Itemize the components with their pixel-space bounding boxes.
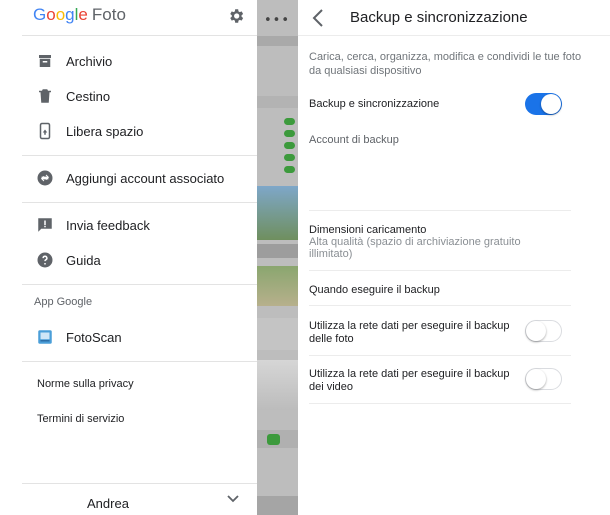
backdrop-bar <box>257 318 298 350</box>
divider <box>298 35 610 36</box>
dimmed-backdrop[interactable] <box>257 0 298 515</box>
logo-app-name: Foto <box>91 5 126 24</box>
drawer-item-archive[interactable]: Archivio <box>22 44 257 78</box>
settings-screen: Backup e sincronizzazione Carica, cerca,… <box>298 0 610 515</box>
terms-of-service-link[interactable]: Termini di servizio <box>37 413 124 425</box>
gear-icon[interactable] <box>227 7 245 25</box>
divider <box>309 305 571 306</box>
drawer-item-help[interactable]: Guida <box>22 243 257 277</box>
backup-sync-toggle[interactable] <box>525 93 562 115</box>
backdrop-bar <box>257 96 298 108</box>
toggle-knob <box>541 94 561 114</box>
account-switcher[interactable]: Andrea <box>22 483 257 515</box>
divider <box>22 284 257 285</box>
backdrop-toggle-shape <box>284 154 295 161</box>
privacy-policy-link[interactable]: Norme sulla privacy <box>37 378 134 390</box>
divider <box>22 361 257 362</box>
logo-letter: G <box>33 5 47 24</box>
drawer-item-label: Cestino <box>66 89 111 104</box>
drawer-item-trash[interactable]: Cestino <box>22 79 257 113</box>
backdrop-bar <box>257 496 298 515</box>
video-mobile-data-label: Utilizza la rete dati per eseguire il ba… <box>309 368 510 393</box>
backdrop-photo <box>257 186 298 240</box>
back-arrow-icon[interactable] <box>312 9 324 27</box>
photo-mobile-data-label: Utilizza la rete dati per eseguire il ba… <box>309 320 510 345</box>
divider <box>309 355 571 356</box>
drawer-item-feedback[interactable]: Invia feedback <box>22 208 257 242</box>
backup-account-label[interactable]: Account di backup <box>309 134 399 146</box>
backdrop-app-shape <box>267 434 280 445</box>
backdrop-bar <box>257 36 298 46</box>
backdrop-toggle-shape <box>284 142 295 149</box>
divider <box>22 202 257 203</box>
backdrop-bar <box>257 244 298 258</box>
drawer-item-label: Aggiungi account associato <box>66 171 225 186</box>
divider <box>22 155 257 156</box>
drawer-header: Google Foto <box>0 0 257 34</box>
drawer-item-label: Libera spazio <box>66 124 144 139</box>
toggle-knob <box>526 321 546 341</box>
backup-sync-label: Backup e sincronizzazione <box>309 98 440 110</box>
chevron-down-icon <box>227 495 239 503</box>
divider <box>309 270 571 271</box>
help-icon <box>37 252 53 268</box>
backdrop-photo <box>257 266 298 306</box>
backdrop-photo <box>257 360 298 410</box>
divider <box>309 403 571 404</box>
left-screen: ••• Google Foto Archivio Cestino Libera … <box>0 0 298 515</box>
video-mobile-data-toggle[interactable] <box>525 368 562 390</box>
when-backup-header: Quando eseguire il backup <box>309 284 440 296</box>
drawer-item-label: Guida <box>66 253 101 268</box>
linked-account-icon <box>37 170 53 186</box>
free-space-icon <box>39 122 51 140</box>
google-photos-logo: Google Foto <box>33 5 126 25</box>
drawer-item-free-space[interactable]: Libera spazio <box>22 114 257 148</box>
drawer-item-linked-account[interactable]: Aggiungi account associato <box>22 161 257 195</box>
section-header-google-apps: App Google <box>34 296 93 308</box>
overflow-menu-icon[interactable]: ••• <box>264 13 290 28</box>
settings-description: Carica, cerca, organizza, modifica e con… <box>309 51 582 77</box>
fotoscan-icon <box>38 330 52 344</box>
page-title: Backup e sincronizzazione <box>350 9 528 26</box>
backdrop-toggle-shape <box>284 118 295 125</box>
drawer-item-fotoscan[interactable]: FotoScan <box>22 320 257 354</box>
feedback-icon <box>38 218 52 232</box>
divider <box>22 35 257 36</box>
drawer-item-label: Archivio <box>66 54 113 69</box>
drawer-item-label: Invia feedback <box>66 218 150 233</box>
trash-icon <box>39 89 51 103</box>
drawer-item-label: FotoScan <box>66 330 122 345</box>
backdrop-toggle-shape <box>284 166 295 173</box>
logo-letter: e <box>78 5 88 24</box>
account-name: Andrea <box>87 496 129 511</box>
archive-icon <box>39 55 51 67</box>
backdrop-toggle-shape <box>284 130 295 137</box>
toggle-knob <box>526 369 546 389</box>
logo-letter: o <box>55 5 66 24</box>
logo-letter: g <box>65 5 75 24</box>
photo-mobile-data-toggle[interactable] <box>525 320 562 342</box>
navigation-drawer: Google Foto Archivio Cestino Libera spaz… <box>0 0 257 515</box>
logo-letter: o <box>46 5 56 24</box>
divider <box>309 210 571 211</box>
upload-size-value: Alta qualità (spazio di archiviazione gr… <box>309 236 521 260</box>
